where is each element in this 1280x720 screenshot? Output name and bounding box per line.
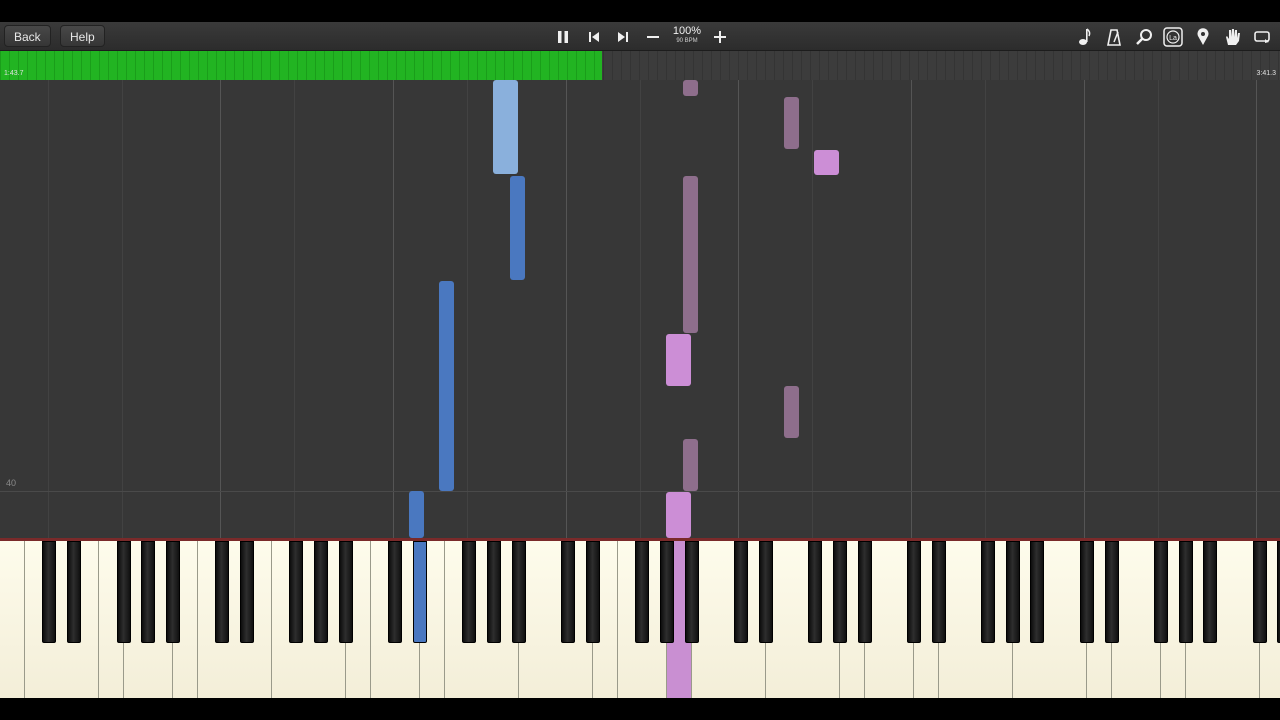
- black-key[interactable]: [240, 541, 254, 643]
- toolbar: Back Help 100% 90 BPM La: [0, 22, 1280, 51]
- black-key[interactable]: [338, 541, 353, 643]
- total-time: 3:41.3: [1256, 70, 1276, 77]
- black-key[interactable]: [67, 541, 82, 643]
- grid-line: [1084, 80, 1085, 538]
- black-key[interactable]: [412, 541, 427, 643]
- black-key[interactable]: [981, 541, 995, 643]
- measure-line: [0, 491, 1280, 492]
- note-right-hand: [683, 176, 698, 333]
- black-key[interactable]: [314, 541, 329, 643]
- black-key[interactable]: [487, 541, 501, 643]
- black-key[interactable]: [808, 541, 823, 643]
- note-right-hand: [814, 150, 839, 175]
- metronome-icon[interactable]: [1103, 22, 1125, 51]
- black-key[interactable]: [1178, 541, 1193, 643]
- black-key[interactable]: [561, 541, 576, 643]
- grid-line: [220, 80, 221, 538]
- black-key[interactable]: [1079, 541, 1094, 643]
- black-key[interactable]: [1252, 541, 1267, 643]
- black-key[interactable]: [1005, 541, 1020, 643]
- grid-line: [1158, 80, 1159, 538]
- black-key[interactable]: [116, 541, 131, 643]
- note-left-hand: [493, 80, 518, 174]
- grid-line: [294, 80, 295, 538]
- piano-roll: 40: [0, 80, 1280, 538]
- grid-line: [812, 80, 813, 538]
- note-left-hand: [510, 176, 525, 280]
- black-key[interactable]: [635, 541, 650, 643]
- grid-line: [393, 80, 394, 538]
- grid-line: [566, 80, 567, 538]
- black-key[interactable]: [758, 541, 773, 643]
- note-right-hand: [666, 492, 691, 538]
- help-button[interactable]: Help: [60, 25, 105, 47]
- pause-icon[interactable]: [552, 22, 574, 51]
- loop-icon[interactable]: [1251, 22, 1273, 51]
- black-key[interactable]: [857, 541, 872, 643]
- note-right-hand: [784, 386, 799, 438]
- minus-icon[interactable]: [642, 22, 664, 51]
- progress-bar[interactable]: 1:43.7 3:41.3: [0, 51, 1280, 80]
- black-key[interactable]: [734, 541, 748, 643]
- black-key[interactable]: [906, 541, 921, 643]
- black-key[interactable]: [684, 541, 699, 643]
- black-key[interactable]: [289, 541, 304, 643]
- black-key[interactable]: [141, 541, 156, 643]
- note-left-hand: [439, 281, 454, 491]
- black-key[interactable]: [462, 541, 477, 643]
- magnifier-icon[interactable]: [1133, 22, 1155, 51]
- location-pin-icon[interactable]: [1192, 22, 1214, 51]
- label-icon[interactable]: La: [1162, 22, 1184, 51]
- current-time: 1:43.7: [4, 70, 24, 77]
- black-key[interactable]: [1104, 541, 1119, 643]
- note-left-hand: [409, 491, 424, 538]
- skip-back-icon[interactable]: [583, 22, 605, 51]
- note-right-hand: [666, 334, 691, 386]
- black-key[interactable]: [659, 541, 674, 643]
- black-key[interactable]: [388, 541, 403, 643]
- letterbox-bottom: [0, 698, 1280, 720]
- grid-line: [48, 80, 49, 538]
- grid-line: [1256, 80, 1257, 538]
- note-right-hand: [683, 80, 698, 96]
- music-note-icon[interactable]: [1074, 22, 1096, 51]
- black-key[interactable]: [215, 541, 230, 643]
- black-key[interactable]: [1203, 541, 1218, 643]
- zoom-value: 100%: [672, 25, 702, 37]
- black-key[interactable]: [931, 541, 946, 643]
- black-key[interactable]: [165, 541, 180, 643]
- progress-fill: [0, 51, 602, 80]
- black-key[interactable]: [1030, 541, 1045, 643]
- grid-line: [467, 80, 468, 538]
- zoom-display: 100% 90 BPM: [668, 25, 706, 45]
- black-key[interactable]: [832, 541, 847, 643]
- black-key[interactable]: [511, 541, 526, 643]
- letterbox-top: [0, 0, 1280, 22]
- skip-forward-icon[interactable]: [612, 22, 634, 51]
- measure-number: 40: [6, 478, 17, 488]
- plus-icon[interactable]: [709, 22, 731, 51]
- grid-line: [640, 80, 641, 538]
- white-key[interactable]: [0, 541, 26, 698]
- grid-line: [122, 80, 123, 538]
- grid-line: [985, 80, 986, 538]
- label-icon-text: La: [1169, 35, 1177, 42]
- black-key[interactable]: [1153, 541, 1168, 643]
- bpm-value: 90 BPM: [676, 38, 698, 44]
- black-key[interactable]: [585, 541, 600, 643]
- back-button[interactable]: Back: [4, 25, 51, 47]
- grid-line: [738, 80, 739, 538]
- black-key[interactable]: [42, 541, 57, 643]
- hand-icon[interactable]: [1221, 22, 1243, 51]
- note-right-hand: [784, 97, 799, 149]
- grid-line: [911, 80, 912, 538]
- note-right-hand: [683, 439, 698, 491]
- piano-keyboard[interactable]: [0, 538, 1280, 698]
